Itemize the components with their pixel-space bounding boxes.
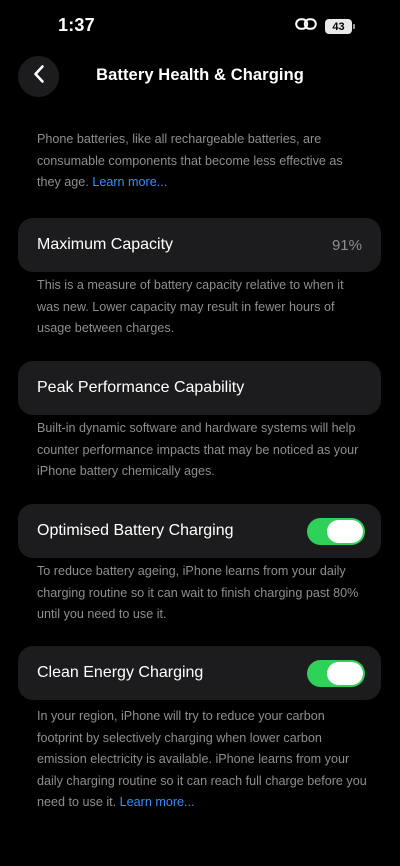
intro-learn-more-link[interactable]: Learn more... — [92, 175, 167, 189]
peak-performance-row: Peak Performance Capability — [18, 361, 381, 415]
clean-energy-learn-more-link[interactable]: Learn more... — [120, 795, 195, 809]
toggle-knob — [327, 519, 363, 543]
clean-energy-description: In your region, iPhone will try to reduc… — [37, 706, 367, 814]
clean-energy-row: Clean Energy Charging — [18, 646, 381, 700]
battery-health-screen: 1:37 43 Battery Health & Charging Phone … — [0, 0, 400, 866]
maximum-capacity-description: This is a measure of battery capacity re… — [37, 278, 344, 335]
link-icon — [295, 17, 317, 36]
clean-energy-label: Clean Energy Charging — [37, 664, 204, 681]
battery-level: 43 — [332, 20, 345, 33]
status-time: 1:37 — [58, 15, 95, 35]
maximum-capacity-label: Maximum Capacity — [37, 236, 174, 253]
optimised-charging-row: Optimised Battery Charging — [18, 504, 381, 558]
clean-energy-toggle[interactable] — [307, 659, 365, 687]
peak-performance-label: Peak Performance Capability — [37, 379, 245, 396]
toggle-knob — [327, 661, 363, 685]
optimised-charging-description: To reduce battery ageing, iPhone learns … — [37, 564, 359, 621]
clean-energy-body: In your region, iPhone will try to reduc… — [37, 709, 367, 809]
maximum-capacity-row: Maximum Capacity 91% — [18, 218, 381, 272]
status-icons: 43 — [295, 17, 355, 36]
optimised-charging-toggle[interactable] — [307, 517, 365, 545]
page-title: Battery Health & Charging — [96, 66, 304, 84]
peak-performance-description: Built-in dynamic software and hardware s… — [37, 421, 359, 478]
maximum-capacity-value: 91% — [331, 236, 362, 254]
intro-text: Phone batteries, like all rechargeable b… — [37, 129, 367, 194]
intro-body: Phone batteries, like all rechargeable b… — [37, 132, 343, 189]
optimised-charging-label: Optimised Battery Charging — [37, 522, 234, 539]
battery-icon: 43 — [325, 19, 355, 34]
